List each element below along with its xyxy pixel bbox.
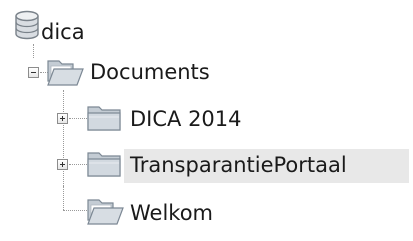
tree-connector xyxy=(63,186,64,210)
expand-toggle-icon[interactable] xyxy=(57,113,68,124)
database-icon xyxy=(15,10,39,40)
tree-connector xyxy=(63,210,87,211)
tree-connector xyxy=(33,44,34,58)
tree-node-documents-label: Documents xyxy=(90,60,210,84)
tree-node-dica-label: dica xyxy=(41,20,85,44)
folder-icon xyxy=(87,152,121,177)
folder-icon xyxy=(87,106,121,131)
folder-tree: dica Documents DICA 2014 TransparantiePo… xyxy=(0,0,413,241)
tree-node-dica-2014-label: DICA 2014 xyxy=(130,107,242,131)
tree-connector xyxy=(69,164,87,165)
tree-connector xyxy=(63,90,64,186)
folder-open-icon xyxy=(87,199,124,225)
tree-node-transparantieportaal-label: TransparantiePortaal xyxy=(130,153,347,177)
folder-open-icon xyxy=(47,60,84,86)
tree-node-welkom-label: Welkom xyxy=(130,201,214,225)
collapse-toggle-icon[interactable] xyxy=(28,67,39,78)
tree-connector xyxy=(69,118,87,119)
expand-toggle-icon[interactable] xyxy=(57,159,68,170)
